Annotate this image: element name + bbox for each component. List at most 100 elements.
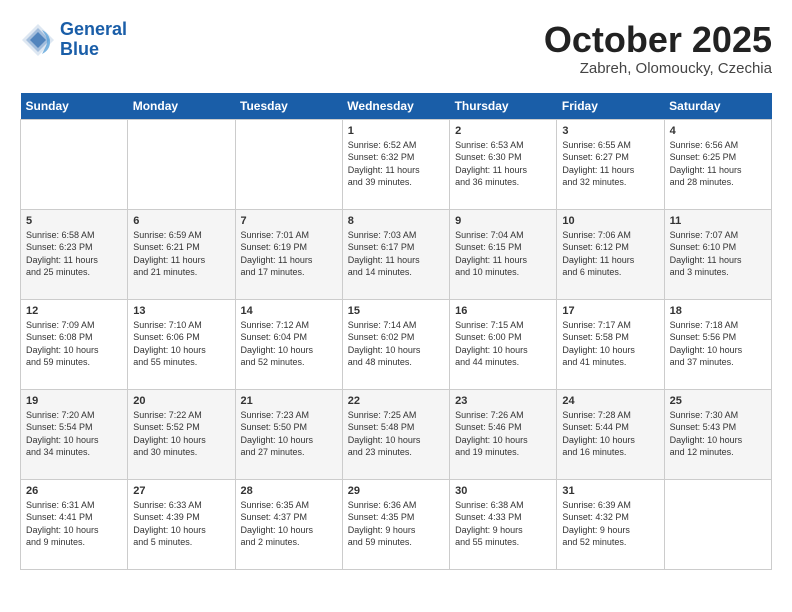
weekday-header-sunday: Sunday (21, 93, 128, 120)
calendar-cell: 22 Sunrise: 7:25 AM Sunset: 5:48 PM Dayli… (342, 389, 449, 479)
calendar-cell: 20 Sunrise: 7:22 AM Sunset: 5:52 PM Dayli… (128, 389, 235, 479)
day-number: 1 (348, 125, 444, 137)
day-number: 21 (241, 395, 337, 407)
day-info: Sunrise: 7:01 AM Sunset: 6:19 PM Dayligh… (241, 229, 337, 279)
calendar-cell: 24Sunrise: 7:28 AM Sunset: 5:44 PM Dayli… (557, 389, 664, 479)
calendar-cell: 7 Sunrise: 7:01 AM Sunset: 6:19 PM Daylig… (235, 209, 342, 299)
day-number: 5 (26, 215, 122, 227)
logo-line1: General (60, 19, 127, 39)
weekday-header-wednesday: Wednesday (342, 93, 449, 120)
calendar-cell: 26 Sunrise: 6:31 AM Sunset: 4:41 PM Dayli… (21, 479, 128, 569)
day-info: Sunrise: 7:03 AM Sunset: 6:17 PM Dayligh… (348, 229, 444, 279)
weekday-header-row: SundayMondayTuesdayWednesdayThursdayFrid… (21, 93, 772, 120)
calendar-cell: 9Sunrise: 7:04 AM Sunset: 6:15 PM Daylig… (450, 209, 557, 299)
day-info: Sunrise: 6:56 AM Sunset: 6:25 PM Dayligh… (670, 139, 766, 189)
calendar-cell: 8 Sunrise: 7:03 AM Sunset: 6:17 PM Daylig… (342, 209, 449, 299)
day-number: 20 (133, 395, 229, 407)
weekday-header-saturday: Saturday (664, 93, 771, 120)
calendar-cell: 23 Sunrise: 7:26 AM Sunset: 5:46 PM Dayli… (450, 389, 557, 479)
day-info: Sunrise: 7:12 AM Sunset: 6:04 PM Dayligh… (241, 319, 337, 369)
day-number: 27 (133, 485, 229, 497)
day-number: 12 (26, 305, 122, 317)
day-number: 4 (670, 125, 766, 137)
calendar-week-4: 19Sunrise: 7:20 AM Sunset: 5:54 PM Dayli… (21, 389, 772, 479)
day-info: Sunrise: 6:55 AM Sunset: 6:27 PM Dayligh… (562, 139, 658, 189)
calendar-cell: 19Sunrise: 7:20 AM Sunset: 5:54 PM Dayli… (21, 389, 128, 479)
day-number: 8 (348, 215, 444, 227)
weekday-header-monday: Monday (128, 93, 235, 120)
day-number: 10 (562, 215, 658, 227)
calendar-cell: 16 Sunrise: 7:15 AM Sunset: 6:00 PM Dayli… (450, 299, 557, 389)
day-number: 3 (562, 125, 658, 137)
calendar-cell: 27 Sunrise: 6:33 AM Sunset: 4:39 PM Dayli… (128, 479, 235, 569)
calendar-cell: 10 Sunrise: 7:06 AM Sunset: 6:12 PM Dayli… (557, 209, 664, 299)
day-info: Sunrise: 7:25 AM Sunset: 5:48 PM Dayligh… (348, 409, 444, 459)
day-number: 6 (133, 215, 229, 227)
day-info: Sunrise: 7:04 AM Sunset: 6:15 PM Dayligh… (455, 229, 551, 279)
logo-line2: Blue (60, 39, 99, 59)
calendar-cell: 11Sunrise: 7:07 AM Sunset: 6:10 PM Dayli… (664, 209, 771, 299)
calendar-cell: 17 Sunrise: 7:17 AM Sunset: 5:58 PM Dayli… (557, 299, 664, 389)
logo-icon (20, 22, 56, 58)
day-number: 26 (26, 485, 122, 497)
day-number: 15 (348, 305, 444, 317)
day-number: 14 (241, 305, 337, 317)
calendar-cell: 28Sunrise: 6:35 AM Sunset: 4:37 PM Dayli… (235, 479, 342, 569)
day-info: Sunrise: 7:06 AM Sunset: 6:12 PM Dayligh… (562, 229, 658, 279)
weekday-header-tuesday: Tuesday (235, 93, 342, 120)
day-info: Sunrise: 6:38 AM Sunset: 4:33 PM Dayligh… (455, 499, 551, 549)
calendar-cell (21, 119, 128, 209)
day-info: Sunrise: 7:26 AM Sunset: 5:46 PM Dayligh… (455, 409, 551, 459)
calendar-cell: 12Sunrise: 7:09 AM Sunset: 6:08 PM Dayli… (21, 299, 128, 389)
calendar-cell (235, 119, 342, 209)
day-info: Sunrise: 7:15 AM Sunset: 6:00 PM Dayligh… (455, 319, 551, 369)
day-number: 23 (455, 395, 551, 407)
calendar-cell: 5 Sunrise: 6:58 AM Sunset: 6:23 PM Daylig… (21, 209, 128, 299)
day-number: 29 (348, 485, 444, 497)
calendar-cell: 14 Sunrise: 7:12 AM Sunset: 6:04 PM Dayli… (235, 299, 342, 389)
day-info: Sunrise: 6:31 AM Sunset: 4:41 PM Dayligh… (26, 499, 122, 549)
calendar-cell: 6 Sunrise: 6:59 AM Sunset: 6:21 PM Daylig… (128, 209, 235, 299)
location: Zabreh, Olomoucky, Czechia (544, 60, 772, 77)
day-info: Sunrise: 6:33 AM Sunset: 4:39 PM Dayligh… (133, 499, 229, 549)
calendar-week-5: 26 Sunrise: 6:31 AM Sunset: 4:41 PM Dayli… (21, 479, 772, 569)
day-number: 17 (562, 305, 658, 317)
day-number: 28 (241, 485, 337, 497)
day-number: 18 (670, 305, 766, 317)
day-number: 7 (241, 215, 337, 227)
calendar-cell: 21 Sunrise: 7:23 AM Sunset: 5:50 PM Dayli… (235, 389, 342, 479)
calendar-cell: 13Sunrise: 7:10 AM Sunset: 6:06 PM Dayli… (128, 299, 235, 389)
day-info: Sunrise: 7:22 AM Sunset: 5:52 PM Dayligh… (133, 409, 229, 459)
day-info: Sunrise: 7:23 AM Sunset: 5:50 PM Dayligh… (241, 409, 337, 459)
day-info: Sunrise: 6:58 AM Sunset: 6:23 PM Dayligh… (26, 229, 122, 279)
calendar-cell: 29Sunrise: 6:36 AM Sunset: 4:35 PM Dayli… (342, 479, 449, 569)
day-info: Sunrise: 7:28 AM Sunset: 5:44 PM Dayligh… (562, 409, 658, 459)
calendar-cell: 3 Sunrise: 6:55 AM Sunset: 6:27 PM Daylig… (557, 119, 664, 209)
day-number: 16 (455, 305, 551, 317)
weekday-header-thursday: Thursday (450, 93, 557, 120)
day-info: Sunrise: 7:30 AM Sunset: 5:43 PM Dayligh… (670, 409, 766, 459)
day-number: 31 (562, 485, 658, 497)
day-number: 25 (670, 395, 766, 407)
day-info: Sunrise: 6:59 AM Sunset: 6:21 PM Dayligh… (133, 229, 229, 279)
day-number: 22 (348, 395, 444, 407)
calendar-cell: 30Sunrise: 6:38 AM Sunset: 4:33 PM Dayli… (450, 479, 557, 569)
calendar-week-2: 5 Sunrise: 6:58 AM Sunset: 6:23 PM Daylig… (21, 209, 772, 299)
calendar-cell (128, 119, 235, 209)
day-number: 19 (26, 395, 122, 407)
day-info: Sunrise: 7:17 AM Sunset: 5:58 PM Dayligh… (562, 319, 658, 369)
logo-text: General Blue (60, 20, 127, 60)
day-number: 11 (670, 215, 766, 227)
calendar-cell: 1Sunrise: 6:52 AM Sunset: 6:32 PM Daylig… (342, 119, 449, 209)
calendar-week-3: 12Sunrise: 7:09 AM Sunset: 6:08 PM Dayli… (21, 299, 772, 389)
day-info: Sunrise: 6:53 AM Sunset: 6:30 PM Dayligh… (455, 139, 551, 189)
day-info: Sunrise: 7:18 AM Sunset: 5:56 PM Dayligh… (670, 319, 766, 369)
day-info: Sunrise: 7:14 AM Sunset: 6:02 PM Dayligh… (348, 319, 444, 369)
title-block: October 2025 Zabreh, Olomoucky, Czechia (544, 20, 772, 77)
day-info: Sunrise: 6:39 AM Sunset: 4:32 PM Dayligh… (562, 499, 658, 549)
weekday-header-friday: Friday (557, 93, 664, 120)
month-title: October 2025 (544, 20, 772, 60)
page-header: General Blue October 2025 Zabreh, Olomou… (20, 20, 772, 77)
calendar-cell (664, 479, 771, 569)
day-number: 2 (455, 125, 551, 137)
